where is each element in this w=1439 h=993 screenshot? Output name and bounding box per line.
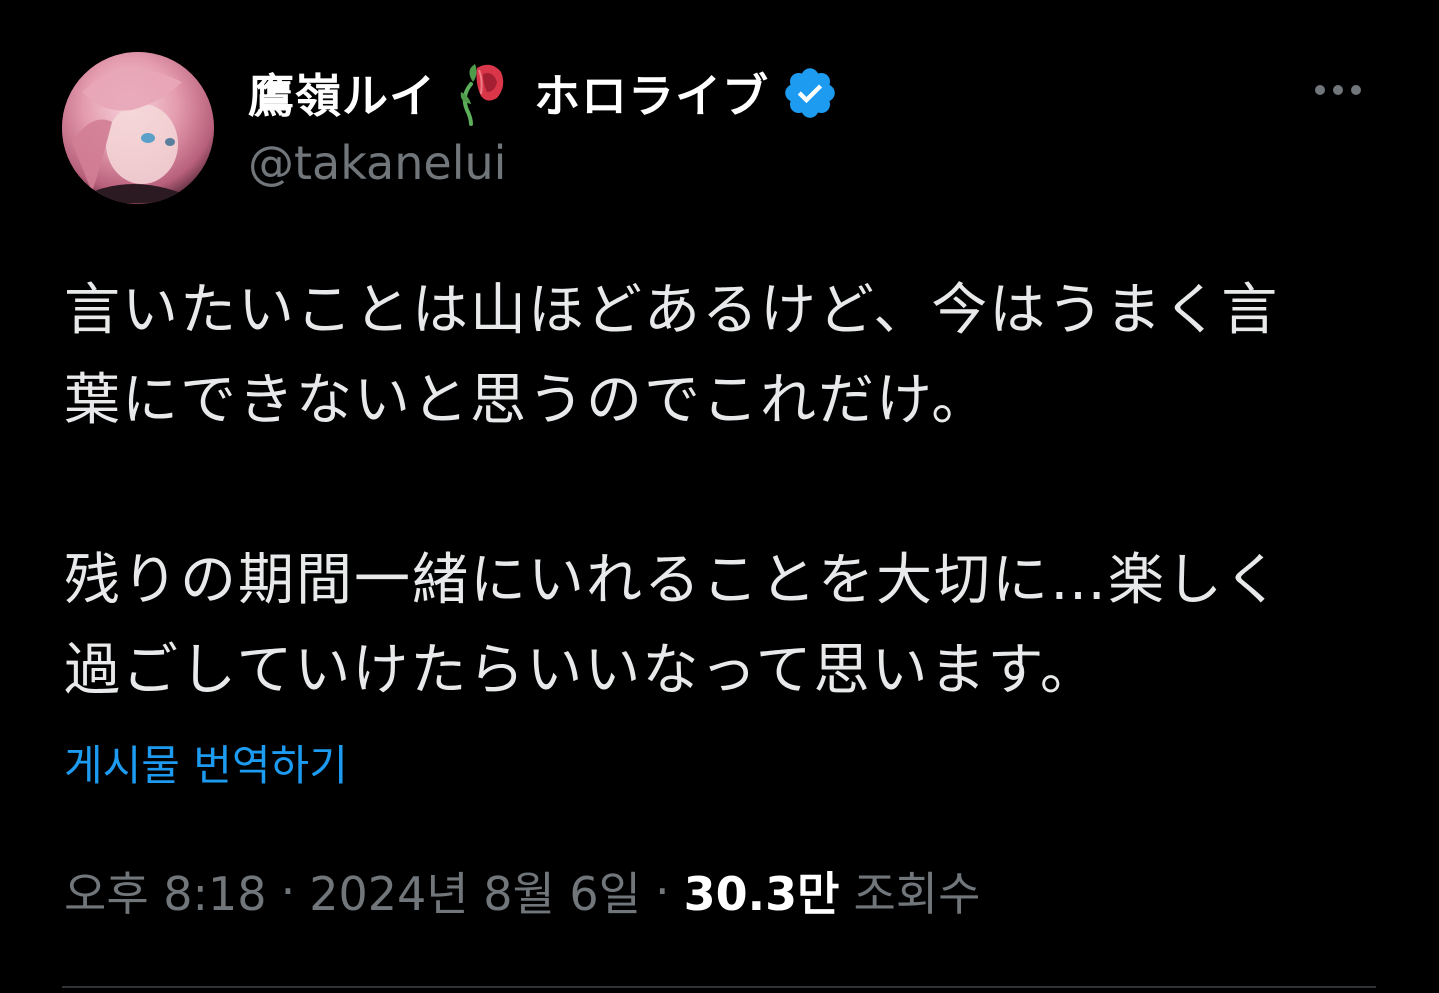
post-text: 言いたいことは山ほどあるけど、今はうまく言 葉にできないと思うのでこれだけ。 残… [64,266,1384,716]
post-date[interactable]: 2024년 8월 6일 [309,858,641,924]
avatar[interactable] [62,52,214,204]
views-label: 조회수 [853,867,981,921]
more-dot-icon [1351,85,1361,95]
more-options-button[interactable] [1300,70,1376,110]
tweet: 鷹嶺ルイ ホロライブ @takanelui 言いたいことは山ほどあるけど、今はう… [0,0,1439,993]
more-dot-icon [1333,85,1343,95]
translate-post-link[interactable]: 게시물 번역하기 [64,732,348,793]
views-count[interactable]: 30.3만 [684,858,840,924]
author-header[interactable]: 鷹嶺ルイ ホロライブ [248,58,839,128]
verified-badge-icon[interactable] [781,64,839,122]
avatar-image [62,52,214,204]
display-name-part2: ホロライブ [534,69,770,123]
more-dot-icon [1315,85,1325,95]
meta-separator: · [280,864,296,918]
post-meta: 오후 8:18 · 2024년 8월 6일 · 30.3만 조회수 [64,858,980,924]
post-time[interactable]: 오후 8:18 [64,858,267,924]
post-paragraph-1: 言いたいことは山ほどあるけど、今はうまく言 葉にできないと思うのでこれだけ。 [64,278,1280,433]
display-name-part1: 鷹嶺ルイ [248,69,436,123]
wilted-rose-icon [460,64,504,126]
meta-separator: · [655,864,670,918]
display-name[interactable]: 鷹嶺ルイ ホロライブ [248,60,769,126]
author-handle[interactable]: @takanelui [248,136,506,190]
post-paragraph-2: 残りの期間一緒にいれることを大切に…楽しく 過ごしていけたらいいなって思います。 [64,548,1282,703]
divider [62,986,1376,988]
